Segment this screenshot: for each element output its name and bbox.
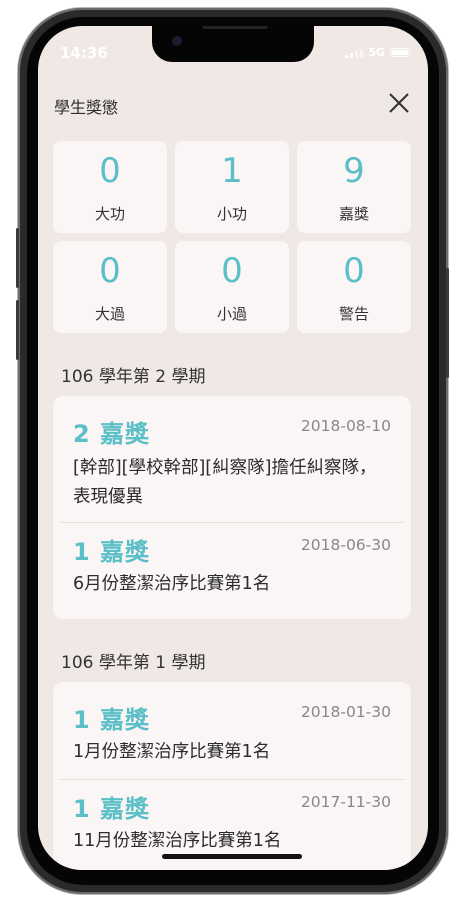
battery-icon	[390, 48, 410, 57]
camera-icon	[172, 36, 182, 46]
record-date: 2018-06-30	[300, 536, 391, 554]
notch	[152, 26, 314, 62]
stat-tile-commendation: 9 嘉獎	[297, 141, 411, 233]
semester-heading: 106 學年第 2 學期	[61, 367, 206, 387]
record-title: 2 嘉獎	[73, 420, 151, 448]
stat-label: 小功	[216, 205, 247, 223]
stat-tile-major-demerit: 0 大過	[53, 241, 167, 333]
stat-label: 小過	[216, 305, 247, 323]
record-date: 2018-08-10	[300, 417, 391, 435]
stat-label: 大過	[94, 305, 125, 323]
speaker-grille	[202, 26, 268, 29]
record-title: 1 嘉獎	[73, 538, 151, 566]
close-button[interactable]	[386, 90, 412, 116]
stat-label: 大功	[94, 205, 125, 223]
network-type: 5G	[368, 46, 385, 59]
stat-value: 0	[343, 251, 365, 291]
signal-icon	[345, 48, 364, 58]
record-title: 1 嘉獎	[73, 706, 151, 734]
stat-value: 0	[99, 151, 121, 191]
page-header: 學生獎懲	[38, 86, 428, 120]
status-indicators: 5G	[345, 46, 410, 59]
records-card: 2 嘉獎 2018-08-10 [幹部][學校幹部][糾察隊]擔任糾察隊，表現優…	[53, 396, 411, 619]
stat-tile-major-merit: 0 大功	[53, 141, 167, 233]
home-indicator[interactable]	[162, 854, 302, 859]
stats-grid: 0 大功 1 小功 9 嘉獎 0 大過 0 小過 0 警告	[53, 141, 411, 333]
stat-value: 0	[221, 251, 243, 291]
app-screen: 14:36 5G 學生獎懲 0 大功 1 小功 9 嘉獎 0 大過 0 小過 0…	[38, 26, 428, 870]
power-button	[446, 268, 449, 378]
stat-label: 警告	[338, 305, 369, 323]
record-item[interactable]: 2 嘉獎 2018-08-10 [幹部][學校幹部][糾察隊]擔任糾察隊，表現優…	[53, 396, 411, 522]
record-description: [幹部][學校幹部][糾察隊]擔任糾察隊，表現優異	[73, 458, 377, 507]
volume-down-button	[16, 300, 19, 360]
stat-tile-warning: 0 警告	[297, 241, 411, 333]
record-description: 11月份整潔治序比賽第1名	[73, 831, 282, 851]
stat-value: 9	[343, 151, 365, 191]
status-time: 14:36	[60, 44, 108, 62]
record-description: 1月份整潔治序比賽第1名	[73, 742, 271, 762]
record-date: 2017-11-30	[300, 793, 391, 811]
stat-value: 1	[221, 151, 243, 191]
close-icon	[389, 93, 409, 113]
record-date: 2018-01-30	[300, 703, 391, 721]
record-item[interactable]: 1 嘉獎 2018-01-30 1月份整潔治序比賽第1名	[53, 682, 411, 779]
record-description: 6月份整潔治序比賽第1名	[73, 574, 271, 594]
record-title: 1 嘉獎	[73, 795, 151, 823]
volume-up-button	[16, 228, 19, 288]
stat-tile-minor-merit: 1 小功	[175, 141, 289, 233]
semester-heading: 106 學年第 1 學期	[61, 653, 206, 673]
page-title: 學生獎懲	[54, 98, 119, 117]
record-item[interactable]: 1 嘉獎 2018-06-30 6月份整潔治序比賽第1名	[53, 522, 411, 619]
stat-value: 0	[99, 251, 121, 291]
stat-label: 嘉獎	[338, 205, 369, 223]
records-card: 1 嘉獎 2018-01-30 1月份整潔治序比賽第1名 1 嘉獎 2017-1…	[53, 682, 411, 870]
stat-tile-minor-demerit: 0 小過	[175, 241, 289, 333]
